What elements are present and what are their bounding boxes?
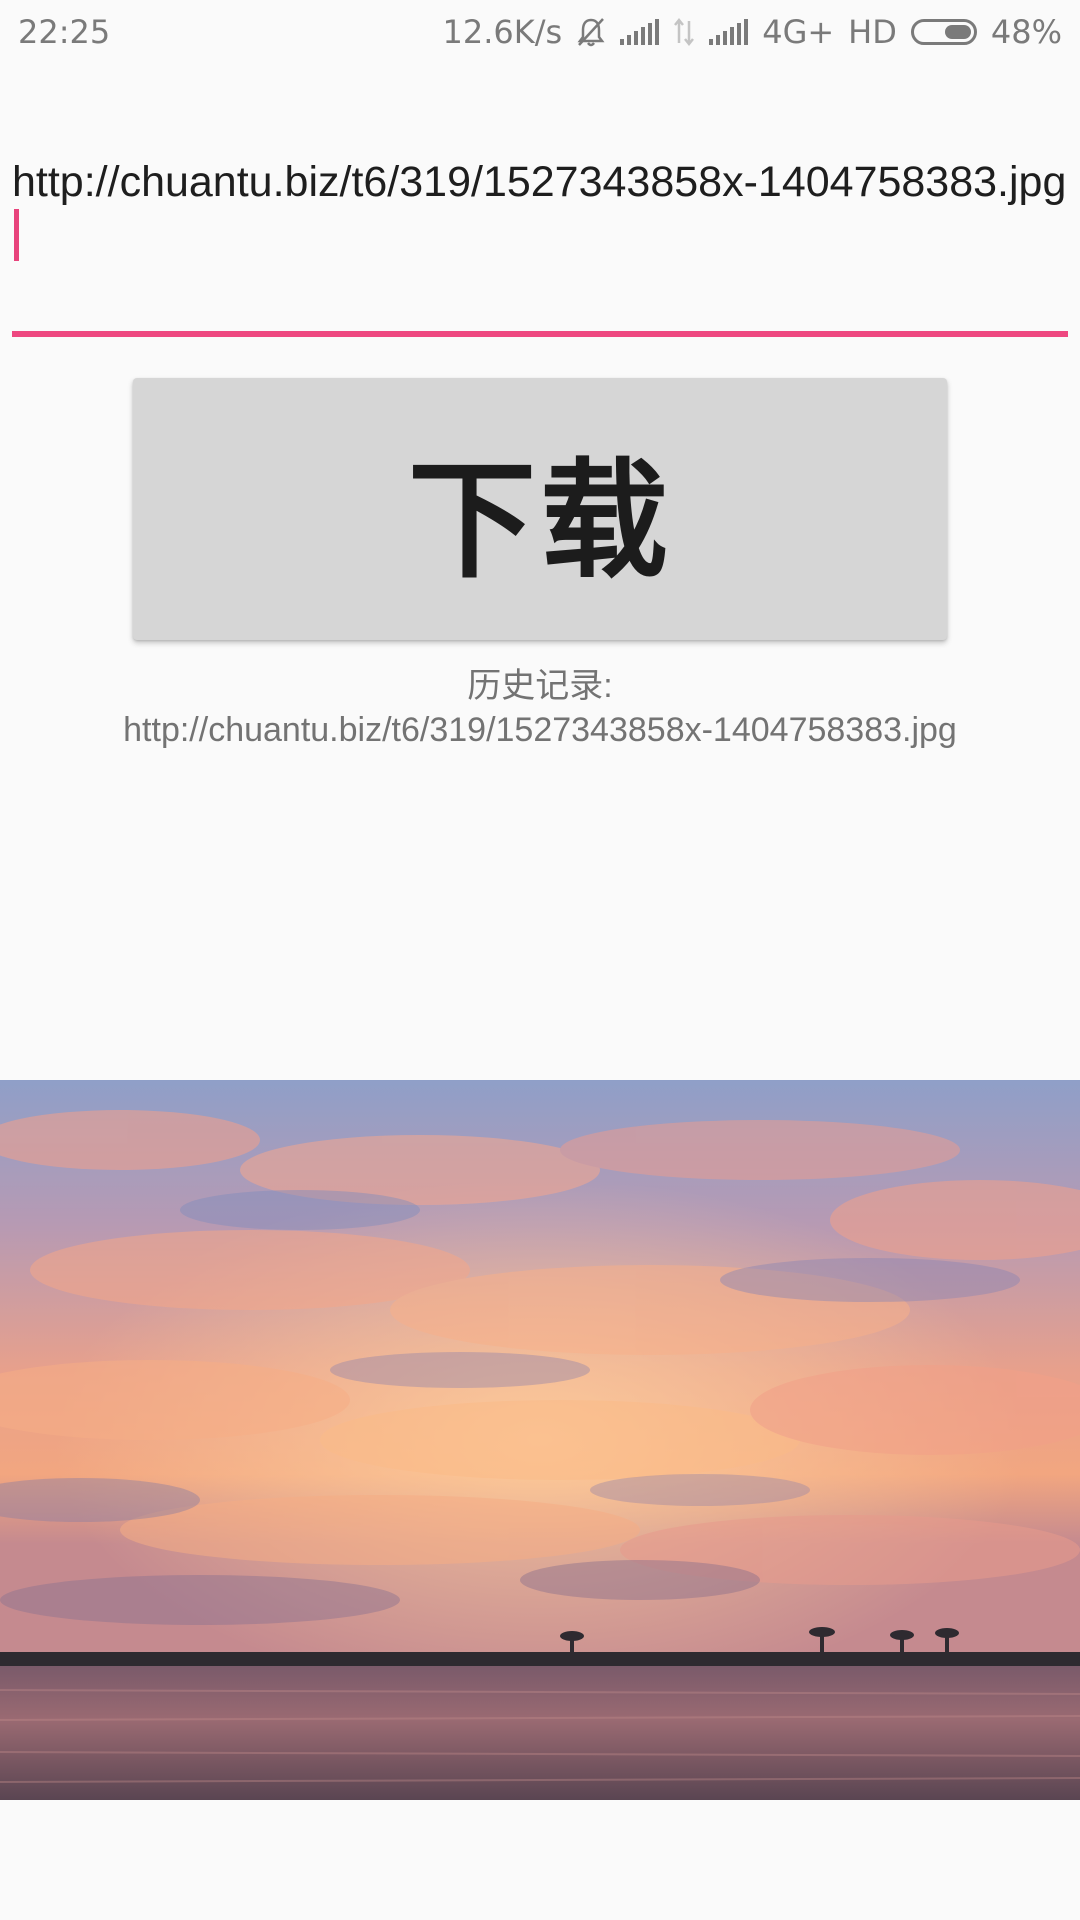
- sunset-photo: [0, 1080, 1080, 1800]
- net-speed: 12.6K/s: [442, 13, 563, 51]
- url-input-underline: [12, 331, 1068, 337]
- url-input[interactable]: http://chuantu.biz/t6/319/1527343858x-14…: [12, 156, 1068, 336]
- status-bar: 22:25 12.6K/s 4G+ HD 48%: [0, 0, 1080, 64]
- history-url: http://chuantu.biz/t6/319/1527343858x-14…: [123, 711, 957, 749]
- battery-fill: [944, 25, 971, 39]
- battery-percent: 48%: [990, 13, 1062, 51]
- history-label: 历史记录:: [467, 667, 613, 705]
- network-type: 4G+: [762, 13, 835, 51]
- history-section: 历史记录: http://chuantu.biz/t6/319/15273438…: [0, 664, 1080, 752]
- hd-indicator: HD: [848, 13, 897, 51]
- signal-icon-2: [709, 19, 749, 45]
- text-cursor: [14, 209, 19, 261]
- status-time: 22:25: [18, 13, 111, 51]
- data-arrows-icon: [674, 17, 695, 47]
- downloaded-image: [0, 1080, 1080, 1800]
- mute-bell-icon: [577, 18, 605, 47]
- signal-icon: [620, 19, 660, 45]
- url-input-value: http://chuantu.biz/t6/319/1527343858x-14…: [12, 158, 1067, 206]
- download-button[interactable]: 下载: [133, 378, 947, 640]
- status-icons: 12.6K/s 4G+ HD 48%: [443, 10, 1062, 54]
- battery-icon: [910, 19, 977, 45]
- app-screen: 22:25 12.6K/s 4G+ HD 48% http://chuantu.…: [0, 0, 1080, 1920]
